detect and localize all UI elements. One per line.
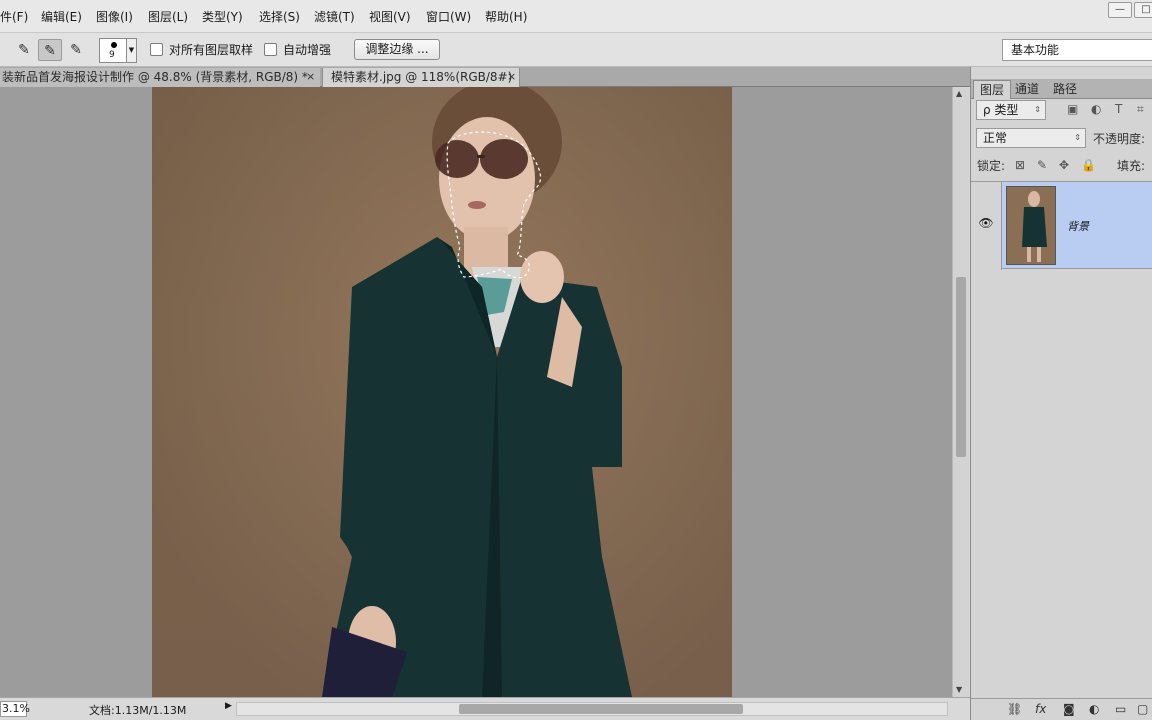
scroll-up-icon[interactable]: ▲ [956, 89, 962, 98]
image-filter-icon[interactable]: ▣ [1067, 102, 1078, 116]
filter-kind-label: ρ 类型 [983, 103, 1019, 117]
minimize-button[interactable]: — [1108, 2, 1132, 18]
layer-style-fx-icon[interactable]: fx [1035, 702, 1046, 716]
zoom-level-field[interactable]: 3.1% [0, 701, 30, 717]
menu-window[interactable]: 窗口(W) [426, 8, 471, 25]
status-bar: 3.1% 文档:1.13M/1.13M ▶ [0, 697, 970, 720]
menu-bar: 件(F) 编辑(E) 图像(I) 图层(L) 类型(Y) 选择(S) 滤镜(T)… [0, 0, 1152, 33]
model-illustration [322, 87, 632, 697]
new-group-folder-icon[interactable]: ▭ [1115, 702, 1126, 716]
document-tabs: 装新品首发海报设计制作 @ 48.8% (背景素材, RGB/8) * × 模特… [0, 67, 970, 87]
sample-all-layers-checkbox[interactable] [150, 43, 163, 56]
layers-panel: 图层 通道 路径 ρ 类型 ⇕ ▣ ◐ T ⌗ 正常 ⇕ 不透明度: 锁定: ⊠… [970, 67, 1152, 720]
shape-filter-icon[interactable]: ⌗ [1137, 102, 1144, 117]
brush-tip-icon [111, 42, 117, 48]
lock-label: 锁定: [977, 159, 1006, 173]
menu-filter[interactable]: 滤镜(T) [314, 8, 355, 25]
tab-poster-document[interactable]: 装新品首发海报设计制作 @ 48.8% (背景素材, RGB/8) * × [0, 68, 320, 87]
lock-paint-brush-icon[interactable]: ✎ [1037, 158, 1047, 172]
layers-panel-footer: ⛓ fx ◙ ◐ ▭ ▢ [971, 698, 1152, 720]
vertical-scrollbar[interactable]: ▲ ▼ [952, 87, 969, 697]
tab-layers[interactable]: 图层 [973, 80, 1012, 99]
scroll-thumb[interactable] [956, 277, 966, 457]
blend-mode-label: 正常 [983, 131, 1008, 145]
add-to-selection-brush-icon[interactable]: ✎ [38, 39, 62, 61]
type-filter-icon[interactable]: T [1115, 102, 1122, 116]
layer-name[interactable]: 背景 [1067, 218, 1089, 234]
menu-edit[interactable]: 编辑(E) [41, 8, 82, 25]
tab-paths[interactable]: 路径 [1047, 80, 1083, 99]
workspace-select[interactable]: 基本功能 [1002, 39, 1152, 61]
fill-label: 填充: [1117, 159, 1146, 173]
tab-title: 装新品首发海报设计制作 @ 48.8% (背景素材, RGB/8) * [2, 70, 308, 84]
new-selection-brush-icon[interactable]: ✎ [12, 39, 36, 61]
menu-help[interactable]: 帮助(H) [485, 8, 527, 25]
add-mask-icon[interactable]: ◙ [1063, 702, 1075, 716]
panel-tabs: 图层 通道 路径 [971, 79, 1152, 99]
layer-row-background[interactable]: 👁 背景 [971, 181, 1152, 270]
model-photo[interactable] [152, 87, 732, 697]
link-layers-icon[interactable]: ⛓ [1007, 702, 1022, 716]
close-icon[interactable]: × [306, 68, 315, 86]
new-layer-icon[interactable]: ▢ [1137, 702, 1148, 716]
lock-position-move-icon[interactable]: ✥ [1059, 158, 1069, 172]
document-size: 文档:1.13M/1.13M [89, 704, 187, 717]
scroll-down-icon[interactable]: ▼ [956, 685, 962, 694]
opacity-label: 不透明度: [1093, 132, 1146, 146]
scroll-thumb[interactable] [459, 704, 743, 714]
thumbnail-illustration [1007, 187, 1055, 264]
blend-mode-select[interactable]: 正常 ⇕ [976, 128, 1086, 148]
close-icon[interactable]: × [507, 68, 516, 86]
adjustment-filter-icon[interactable]: ◐ [1091, 102, 1101, 116]
menu-select[interactable]: 选择(S) [259, 8, 300, 25]
menu-view[interactable]: 视图(V) [369, 8, 411, 25]
auto-enhance-checkbox[interactable] [264, 43, 277, 56]
canvas-area[interactable] [0, 87, 952, 697]
tab-model-document[interactable]: 模特素材.jpg @ 118%(RGB/8#) × [322, 68, 520, 87]
tab-channels[interactable]: 通道 [1009, 80, 1045, 99]
chevron-down-icon[interactable]: ▼ [126, 39, 136, 62]
brush-size-value: 9 [109, 50, 115, 60]
menu-type[interactable]: 类型(Y) [202, 8, 243, 25]
layer-filter-select[interactable]: ρ 类型 ⇕ [976, 100, 1046, 120]
status-menu-arrow-icon[interactable]: ▶ [225, 701, 232, 711]
options-bar: ✎ ✎ ✎ 9 ▼ 对所有图层取样 自动增强 调整边缘 ... 基本功能 [0, 33, 1152, 67]
adjustment-layer-icon[interactable]: ◐ [1089, 702, 1099, 716]
updown-icon: ⇕ [1034, 105, 1041, 114]
refine-edge-button[interactable]: 调整边缘 ... [354, 39, 440, 60]
brush-picker[interactable]: 9 ▼ [99, 38, 137, 63]
menu-file[interactable]: 件(F) [0, 8, 28, 25]
lock-transparency-icon[interactable]: ⊠ [1015, 158, 1025, 172]
menu-image[interactable]: 图像(I) [96, 8, 133, 25]
updown-icon: ⇕ [1074, 133, 1081, 142]
layer-thumbnail [1006, 186, 1056, 265]
horizontal-scrollbar[interactable] [236, 702, 948, 716]
lock-all-icon[interactable]: 🔒 [1081, 158, 1096, 172]
auto-enhance-label: 自动增强 [283, 43, 332, 57]
menu-layer[interactable]: 图层(L) [148, 8, 188, 25]
tab-title: 模特素材.jpg @ 118%(RGB/8#) [331, 70, 513, 84]
restore-button[interactable]: □ [1134, 2, 1152, 18]
visibility-eye-icon[interactable]: 👁 [971, 182, 1002, 270]
subtract-from-selection-brush-icon[interactable]: ✎ [64, 39, 88, 61]
sample-all-layers-label: 对所有图层取样 [169, 43, 254, 57]
